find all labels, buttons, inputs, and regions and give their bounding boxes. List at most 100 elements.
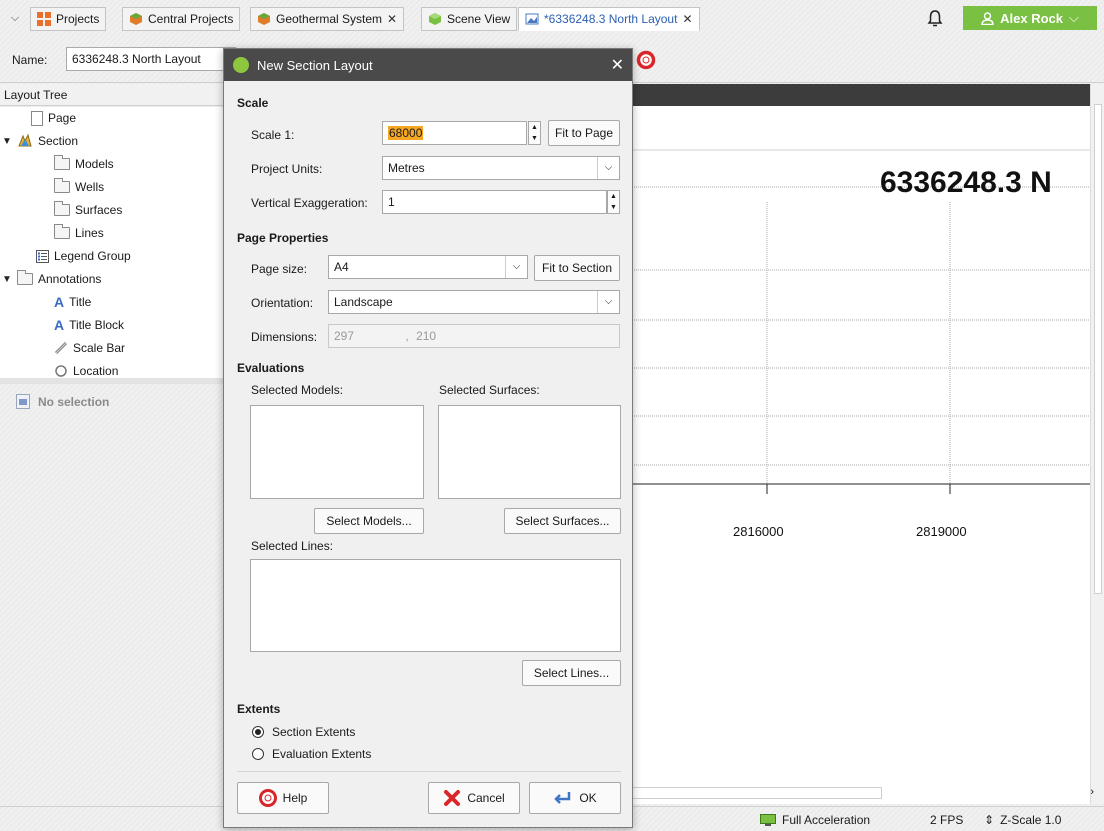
scale-spinner[interactable]: ▲ ▼	[528, 121, 541, 145]
name-label: Name:	[12, 53, 48, 67]
tree-item-label: Wells	[75, 180, 105, 194]
help-button[interactable]: Help	[237, 782, 329, 814]
canvas-vertical-scrollbar[interactable]	[1090, 84, 1104, 804]
tab-projects[interactable]: Projects	[30, 7, 107, 31]
left-panel: Layout Tree Page ▼ Section Models Wells …	[0, 84, 224, 831]
fps-status: 2 FPS	[930, 813, 964, 827]
select-lines-button[interactable]: Select Lines...	[522, 660, 621, 686]
tree-item-section[interactable]: ▼ Section	[2, 130, 78, 152]
selected-models-list[interactable]	[250, 405, 424, 499]
chevron-right-icon[interactable]: ›	[1090, 786, 1094, 798]
tree-item-scale-bar[interactable]: Scale Bar	[54, 337, 125, 359]
page-size-select[interactable]: A4 ⌵	[328, 255, 528, 279]
no-selection-indicator: No selection	[16, 394, 109, 409]
tree-item-page[interactable]: Page	[16, 107, 76, 129]
tab-label: *6336248.3 North Layout	[544, 12, 678, 26]
dialog-divider	[237, 771, 621, 772]
selected-lines-list[interactable]	[250, 559, 621, 652]
text-a-icon: A	[54, 317, 65, 333]
selection-properties-panel: No selection	[0, 384, 224, 831]
canvas-horizontal-scrollbar[interactable]: ›	[632, 784, 1104, 804]
fit-to-section-button[interactable]: Fit to Section	[534, 255, 620, 281]
vertical-exaggeration-label: Vertical Exaggeration:	[251, 196, 368, 210]
scale-input[interactable]: 68000	[382, 121, 527, 145]
radio-label: Evaluation Extents	[272, 747, 372, 761]
layout-canvas[interactable]: 6336248.3 N 2816000 2819000	[632, 84, 1104, 804]
tree-item-title[interactable]: A Title	[54, 291, 91, 313]
scrollbar-thumb[interactable]	[1094, 104, 1102, 594]
acceleration-text: Full Acceleration	[782, 813, 871, 827]
close-icon[interactable]: ✕	[682, 12, 692, 26]
tree-item-label: Annotations	[38, 272, 102, 286]
monitor-icon	[760, 813, 776, 826]
evaluations-heading: Evaluations	[237, 361, 305, 375]
tree-item-legend-group[interactable]: Legend Group	[36, 245, 131, 267]
folder-icon	[54, 224, 70, 239]
x-tick-label: 2819000	[916, 524, 967, 539]
user-menu-button[interactable]: Alex Rock ⌵	[963, 6, 1097, 30]
layout-name-input[interactable]: 6336248.3 North Layout	[66, 47, 236, 71]
scale-section-heading: Scale	[237, 96, 269, 110]
tree-item-title-block[interactable]: A Title Block	[54, 314, 124, 336]
tab-central-projects[interactable]: Central Projects	[122, 7, 241, 31]
tree-item-wells[interactable]: Wells	[54, 176, 104, 198]
app-logo-icon	[233, 57, 249, 73]
expand-triangle-icon[interactable]: ▼	[2, 136, 12, 147]
tab-label: Central Projects	[148, 12, 234, 26]
tab-dropdown-icon[interactable]: ⌵	[6, 9, 24, 27]
folder-icon	[54, 178, 70, 193]
lifebuoy-icon	[258, 789, 277, 807]
evaluation-extents-radio[interactable]: Evaluation Extents	[252, 747, 371, 761]
tree-item-annotations[interactable]: ▼ Annotations	[2, 268, 101, 290]
scrollbar-thumb[interactable]	[632, 787, 882, 799]
tree-item-label: Title Block	[69, 318, 125, 332]
chevron-down-icon: ⌵	[597, 157, 619, 179]
vertical-exaggeration-spinner[interactable]: ▲ ▼	[607, 190, 620, 214]
user-icon	[981, 11, 994, 25]
dialog-titlebar[interactable]: New Section Layout ✕	[224, 49, 632, 81]
tree-item-label: Page	[48, 111, 77, 125]
project-units-value: Metres	[388, 161, 425, 175]
tree-item-location[interactable]: Location	[54, 360, 118, 378]
x-tick-label: 2816000	[733, 524, 784, 539]
ok-button[interactable]: OK	[529, 782, 621, 814]
project-units-select[interactable]: Metres ⌵	[382, 156, 620, 180]
layout-tree: Page ▼ Section Models Wells Surfaces Lin…	[0, 107, 224, 378]
select-surfaces-button[interactable]: Select Surfaces...	[504, 508, 621, 534]
tree-item-lines[interactable]: Lines	[54, 222, 104, 244]
properties-icon	[16, 394, 30, 409]
help-label: Help	[282, 791, 308, 805]
fit-to-page-button[interactable]: Fit to Page	[548, 120, 620, 146]
select-models-button[interactable]: Select Models...	[314, 508, 424, 534]
section-icon	[18, 133, 32, 147]
page-properties-heading: Page Properties	[237, 231, 329, 245]
page-size-label: Page size:	[251, 262, 308, 276]
vertical-exaggeration-input[interactable]: 1	[382, 190, 607, 214]
tab-north-layout[interactable]: *6336248.3 North Layout ✕	[518, 7, 700, 31]
tree-item-surfaces[interactable]: Surfaces	[54, 199, 122, 221]
tree-item-models[interactable]: Models	[54, 153, 114, 175]
close-icon[interactable]: ✕	[387, 12, 397, 26]
tree-item-label: Models	[75, 157, 114, 171]
orientation-select[interactable]: Landscape ⌵	[328, 290, 620, 314]
tab-geothermal-system[interactable]: Geothermal System ✕	[250, 7, 405, 31]
radio-selected-icon	[252, 726, 264, 738]
radio-label: Section Extents	[272, 725, 356, 739]
bell-icon[interactable]	[925, 8, 945, 28]
section-extents-radio[interactable]: Section Extents	[252, 725, 355, 739]
extents-heading: Extents	[237, 702, 281, 716]
scale-value: 68000	[388, 126, 424, 140]
dimensions-field: 297 , 210	[328, 324, 620, 348]
section-title-text: 6336248.3 N	[880, 166, 1052, 199]
tab-scene-view[interactable]: Scene View	[421, 7, 518, 31]
toolbar-help-icon[interactable]	[636, 50, 656, 70]
close-icon[interactable]: ✕	[611, 55, 624, 75]
projects-grid-icon	[37, 12, 51, 26]
tab-label: Projects	[56, 12, 100, 26]
location-icon	[55, 365, 67, 377]
selected-models-label: Selected Models:	[251, 383, 344, 397]
zscale-status[interactable]: ⇕ Z-Scale 1.0	[984, 813, 1061, 827]
cancel-button[interactable]: Cancel	[428, 782, 520, 814]
selected-surfaces-list[interactable]	[438, 405, 621, 499]
expand-triangle-icon[interactable]: ▼	[2, 274, 12, 285]
